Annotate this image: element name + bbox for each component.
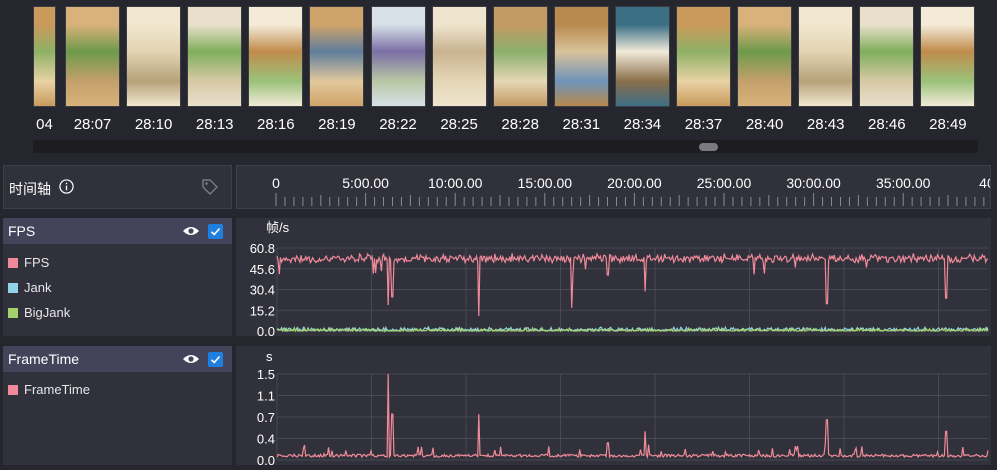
y-tick-label: 1.1 [257,389,275,404]
thumbnail-screenshot[interactable] [309,6,365,107]
series-line-fps [276,252,989,317]
y-tick-label: 1.5 [257,367,275,382]
legend-label: Jank [24,280,52,295]
y-tick-label: 0.7 [257,410,275,425]
thumbnail-screenshot[interactable] [65,6,120,107]
legend-swatch [8,258,18,268]
eye-icon[interactable] [182,353,200,365]
legend-swatch [8,283,18,293]
thumbnail-time-label: 28:16 [257,116,295,133]
thumbnail-time-label: 28:10 [134,116,173,133]
frametime-legend: FrameTime [3,372,232,465]
thumbnail-screenshot[interactable] [370,6,426,107]
thumbnail-screenshot[interactable] [553,6,609,107]
checkmark-icon [210,227,221,236]
thumbnail-screenshot[interactable] [33,6,56,107]
legend-label: BigJank [24,305,71,320]
y-tick-label: 0.4 [257,432,275,447]
legend-item-frametime[interactable]: FrameTime [8,382,90,397]
thumbnail-time-label: 28:40 [745,116,784,133]
thumbnail-time-label: 28:25 [440,116,478,133]
legend-item-bigjank[interactable]: BigJank [8,305,70,320]
fps-chart-svg: 帧/s 60.8 45.6 30.4 15.2 0.0 [250,220,989,339]
thumbnail-screenshot[interactable] [248,6,304,107]
frametime-panel-title: FrameTime [8,351,80,367]
thumbnail-time-label: 28:49 [929,116,967,133]
y-tick-label: 0.0 [257,453,275,465]
timeline-ruler-ticks [275,193,985,206]
fps-chart[interactable]: 帧/s 60.8 45.6 30.4 15.2 0.0 [236,218,991,339]
y-tick-label: 0.0 [257,324,275,336]
filmstrip-scrollbar[interactable] [33,140,978,153]
thumbnail-time-label: 28:46 [868,116,906,133]
thumbnail-time-label: 28:19 [318,116,356,133]
thumbnail-screenshot[interactable] [676,6,731,107]
info-icon[interactable] [59,179,74,194]
y-tick-label: 45.6 [250,262,275,277]
fps-visible-checkbox[interactable] [208,224,223,239]
tag-icon[interactable] [201,178,219,196]
thumbnail-screenshot[interactable] [187,6,243,107]
eye-icon[interactable] [182,225,200,237]
checkmark-icon [210,355,221,364]
thumbnail-screenshot[interactable] [859,6,915,107]
thumbnail-screenshot[interactable] [920,6,976,107]
timeline-label: 时间轴 [9,181,51,197]
y-tick-label: 15.2 [250,303,275,318]
legend-swatch [8,385,18,395]
thumbnail-time-label: 28:37 [684,116,723,133]
thumbnail-screenshot[interactable] [737,6,793,107]
thumbnail-time-label: 28:43 [806,116,845,133]
frametime-visible-checkbox[interactable] [208,352,223,367]
legend-swatch [8,308,18,318]
y-axis-unit: s [266,349,273,364]
series-line-frametime [276,373,989,460]
thumbnail-time-label: 28:34 [623,116,662,133]
fps-panel-header: FPS [3,218,232,244]
screenshot-filmstrip: 04 28:07 28:10 28:13 28:16 28:19 28:22 28:25 28:… [0,0,997,158]
thumbnail-time-label: 28:22 [379,116,417,133]
timeline-ruler[interactable]: 0 5:00.00 10:00.00 15:00.00 20:00.00 25:00.00… [236,165,991,209]
thumbnail-screenshot[interactable] [614,6,670,107]
thumbnail-time-label: 28:31 [562,116,601,133]
thumbnail-screenshot[interactable] [492,6,548,107]
legend-label: FPS [24,255,50,270]
thumbnail-time-label: 28:13 [195,116,234,133]
fps-legend: FPS Jank BigJank [3,244,232,336]
thumbnail-time-label: 28:07 [73,116,112,133]
legend-item-jank[interactable]: Jank [8,280,51,295]
legend-item-fps[interactable]: FPS [8,255,49,270]
filmstrip-scroll-thumb[interactable] [699,143,718,151]
y-tick-label: 60.8 [250,241,275,256]
thumbnail-screenshot[interactable] [798,6,854,107]
thumbnail-time-label: 28:28 [501,116,539,133]
frametime-chart-svg: s 1.5 1.1 0.7 0.4 0.0 [257,349,989,468]
thumbnail-screenshot[interactable] [431,6,487,107]
timeline-header: 时间轴 [3,165,232,209]
fps-panel-title: FPS [8,223,36,239]
thumbnail-screenshot[interactable] [126,6,182,107]
legend-label: FrameTime [24,382,90,397]
y-axis-unit: 帧/s [266,220,290,235]
frametime-panel-header: FrameTime [3,346,232,372]
y-tick-label: 30.4 [250,283,275,298]
frametime-chart[interactable]: s 1.5 1.1 0.7 0.4 0.0 [236,346,991,468]
